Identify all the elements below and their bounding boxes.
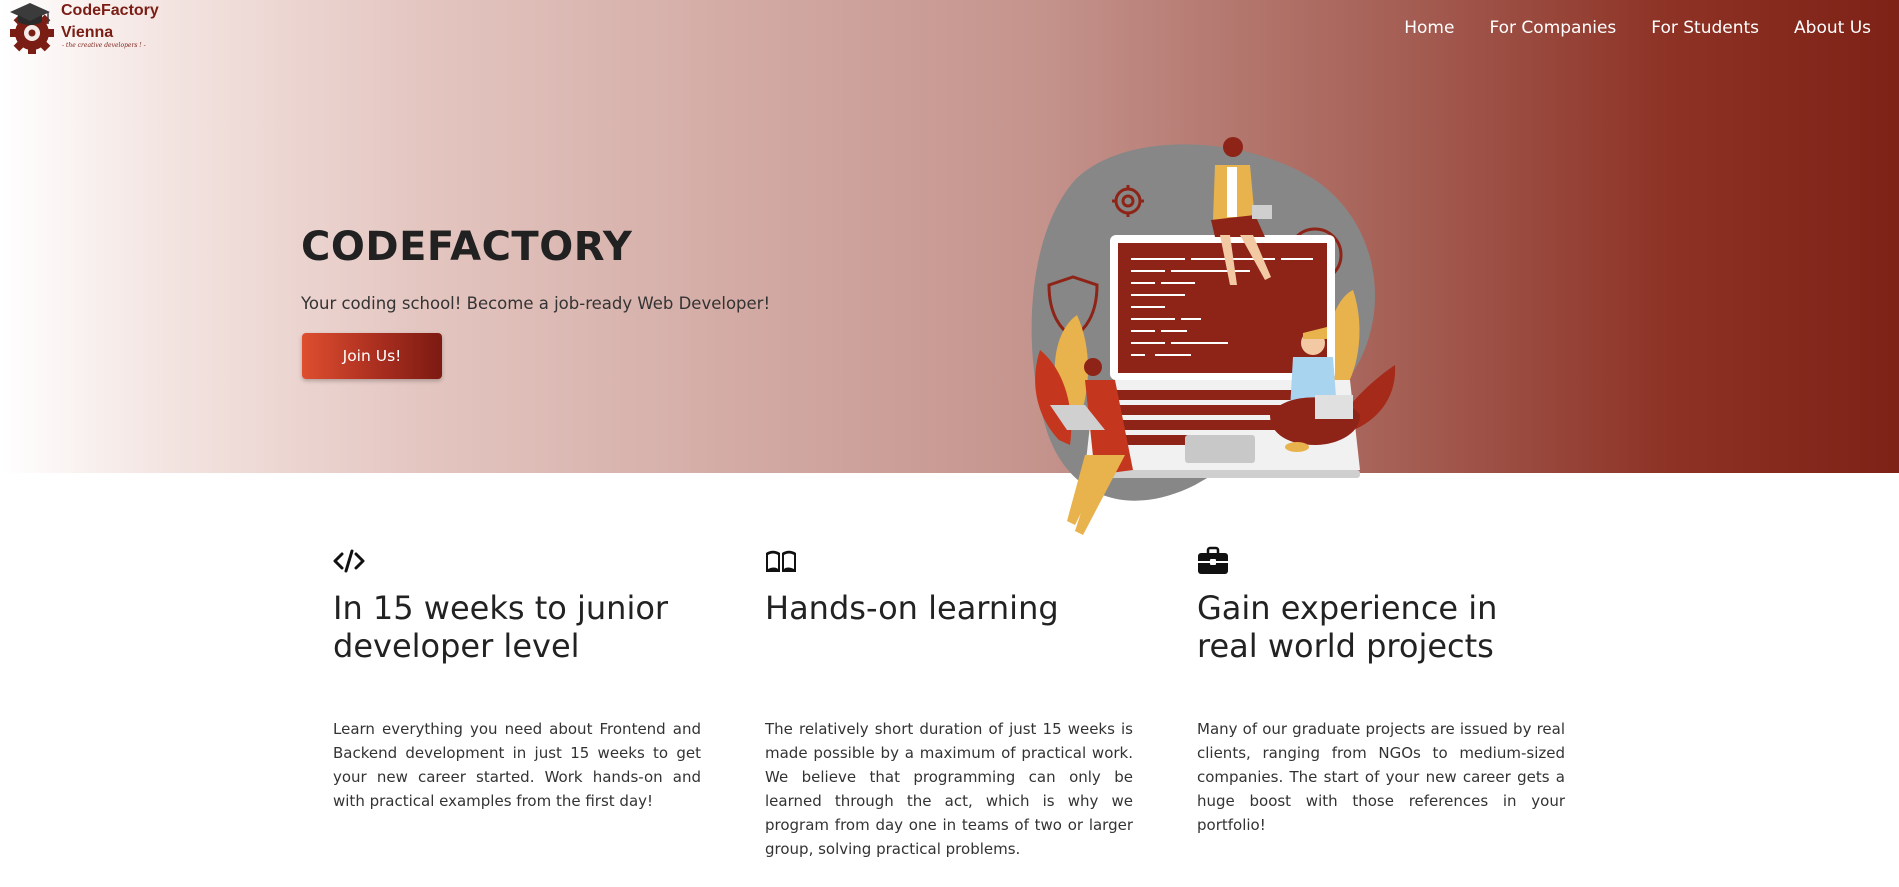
hero-title: CODEFACTORY: [301, 224, 633, 270]
main-nav: Home For Companies For Students About Us: [1404, 18, 1871, 39]
gear-graduation-cap-icon: [10, 3, 54, 54]
feature-title: Gain experience in real world projects: [1197, 589, 1498, 665]
brand-name-line1: CodeFactory: [61, 2, 159, 19]
brand-tagline: - the creative developers ! -: [62, 42, 146, 49]
brand-logo[interactable]: CodeFactory Vienna - the creative develo…: [8, 0, 168, 56]
feature-title: In 15 weeks to junior developer level: [333, 589, 669, 665]
feature-text: Learn everything you need about Frontend…: [333, 720, 701, 810]
feature-text: The relatively short duration of just 15…: [765, 720, 1133, 858]
code-icon: [333, 549, 365, 573]
brand-name-line2: Vienna: [61, 24, 114, 41]
nav-for-students[interactable]: For Students: [1651, 18, 1759, 39]
feature-text: Many of our graduate projects are issued…: [1197, 720, 1565, 834]
nav-home[interactable]: Home: [1404, 18, 1454, 39]
feature-title: Hands-on learning: [765, 589, 1059, 627]
nav-about-us[interactable]: About Us: [1794, 18, 1871, 39]
nav-for-companies[interactable]: For Companies: [1489, 18, 1616, 39]
join-us-button[interactable]: Join Us!: [302, 333, 442, 379]
briefcase-icon: [1198, 546, 1228, 574]
coding-team-illustration: [1031, 137, 1396, 535]
hero-section: CodeFactory Vienna - the creative develo…: [0, 0, 1899, 473]
book-icon: [766, 550, 796, 572]
hero-subtitle: Your coding school! Become a job-ready W…: [301, 294, 771, 313]
